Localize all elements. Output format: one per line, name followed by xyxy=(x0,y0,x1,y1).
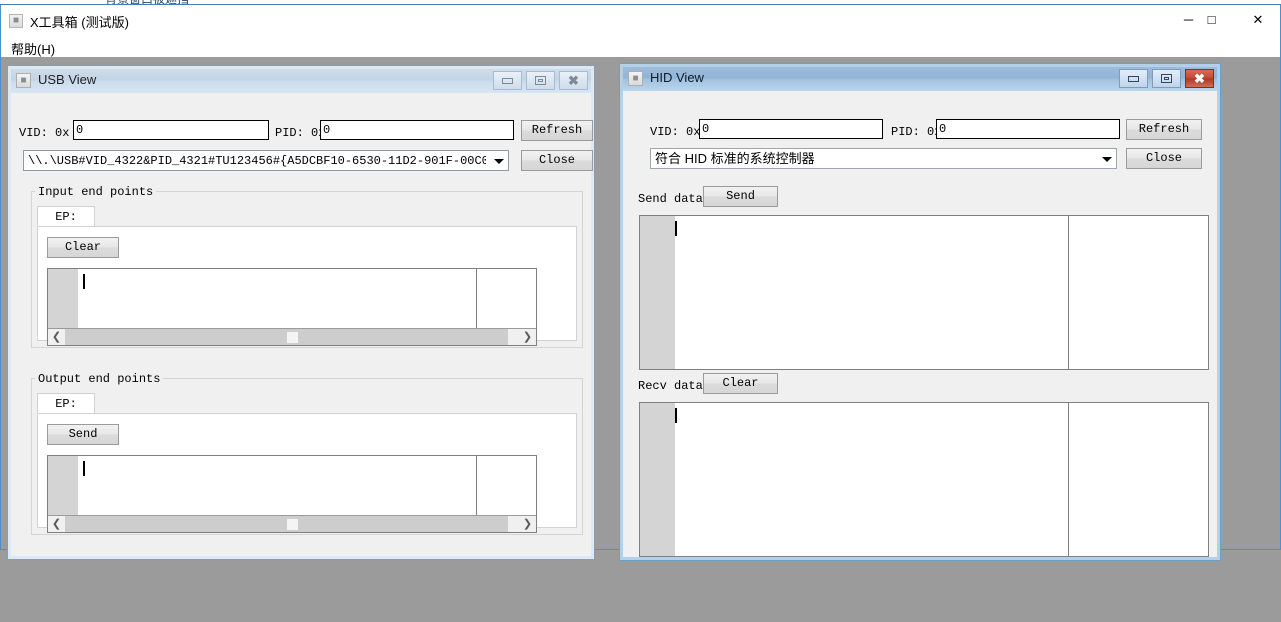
hid-view-close-button[interactable]: ✖ xyxy=(1185,69,1214,88)
close-icon: ✖ xyxy=(568,73,579,88)
hid-close-button[interactable]: Close xyxy=(1126,148,1202,169)
hid-pid-label: PID: 0x xyxy=(891,125,942,139)
hid-send-hex-editor[interactable] xyxy=(639,215,1209,370)
hid-refresh-button[interactable]: Refresh xyxy=(1126,119,1202,140)
output-send-button[interactable]: Send xyxy=(47,424,119,445)
minimize-icon xyxy=(1128,76,1139,82)
hid-recv-hex-caret xyxy=(675,408,677,423)
hid-vid-label: VID: 0x xyxy=(650,125,701,139)
usb-view-window[interactable]: ■ USB View ✖ VID: 0x PID: 0x Refresh xyxy=(7,65,595,560)
output-endpoints-tabctl: EP: 02 Send ❮ ❯ xyxy=(37,393,577,533)
chevron-down-icon xyxy=(1102,156,1112,162)
input-hex-hscroll[interactable]: ❮ ❯ xyxy=(48,328,536,345)
main-window: ■ X工具箱 (测试版) ─ □ ✕ 帮助(H) ■ USB View ✖ VI… xyxy=(0,5,1281,561)
hid-pid-input[interactable] xyxy=(936,119,1120,139)
hid-send-hex-divider xyxy=(1068,216,1069,369)
app-x-icon: ■ xyxy=(9,14,23,28)
output-hex-caret xyxy=(83,461,85,476)
tab-ep-02[interactable]: EP: 02 xyxy=(37,393,95,431)
output-hex-hscroll[interactable]: ❮ ❯ xyxy=(48,515,536,532)
usb-vid-input[interactable] xyxy=(73,120,269,140)
input-clear-button[interactable]: Clear xyxy=(47,237,119,258)
output-hscroll-thumb[interactable] xyxy=(287,519,298,530)
hid-vid-input[interactable] xyxy=(699,119,883,139)
mdi-client-area: ■ USB View ✖ VID: 0x PID: 0x Refresh xyxy=(1,57,1280,561)
input-endpoints-tabpage: Clear ❮ ❯ xyxy=(37,226,577,346)
hid-device-combo[interactable]: 符合 HID 标准的系统控制器 xyxy=(650,148,1117,169)
scroll-right-icon[interactable]: ❯ xyxy=(519,329,536,345)
input-hex-editor[interactable]: ❮ ❯ xyxy=(47,268,537,346)
menu-bar: 帮助(H) xyxy=(1,35,1280,57)
hid-send-hex-gutter xyxy=(640,216,675,369)
input-hscroll-track[interactable] xyxy=(65,329,508,345)
tab-ep-81[interactable]: EP: 81 xyxy=(37,206,95,244)
hid-view-body: VID: 0x PID: 0x Refresh 符合 HID 标准的系统控制器 … xyxy=(623,91,1217,557)
close-icon: ✖ xyxy=(1194,71,1205,86)
input-endpoints-tabctl: EP: 81 Clear ❮ ❯ xyxy=(37,206,577,346)
usb-view-titlebar[interactable]: ■ USB View ✖ xyxy=(11,69,591,93)
hid-send-hex-caret xyxy=(675,221,677,236)
hid-device-combo-value: 符合 HID 标准的系统控制器 xyxy=(655,151,815,166)
usb-device-combo-value: \\.\USB#VID_4322&PID_4321#TU123456#{A5DC… xyxy=(28,154,486,168)
hid-recv-hex-gutter xyxy=(640,403,675,556)
hid-recv-hex-divider xyxy=(1068,403,1069,556)
hid-view-titlebar[interactable]: ■ HID View ✖ xyxy=(623,67,1217,91)
usb-pid-input[interactable] xyxy=(320,120,514,140)
hid-view-minimize-button[interactable] xyxy=(1119,69,1148,88)
hid-send-data-label: Send data xyxy=(638,192,703,206)
main-maximize-button[interactable]: □ xyxy=(1189,5,1234,34)
input-endpoints-label: Input end points xyxy=(35,185,157,199)
window-x-icon: ■ xyxy=(16,73,31,88)
hid-view-window[interactable]: ■ HID View ✖ VID: 0x PID: 0x Refresh xyxy=(619,63,1221,561)
chevron-down-icon xyxy=(494,158,504,164)
output-hex-editor[interactable]: ❮ ❯ xyxy=(47,455,537,533)
usb-vid-label: VID: 0x xyxy=(19,126,70,140)
usb-view-body: VID: 0x PID: 0x Refresh \\.\USB#VID_4322… xyxy=(11,93,593,556)
output-endpoints-label: Output end points xyxy=(35,372,164,386)
usb-view-close-button[interactable]: ✖ xyxy=(559,71,588,90)
usb-view-title: USB View xyxy=(38,72,97,87)
output-endpoints-tabpage: Send ❮ ❯ xyxy=(37,413,577,533)
main-close-button[interactable]: ✕ xyxy=(1236,5,1280,34)
maximize-icon xyxy=(1161,74,1172,83)
output-hscroll-track[interactable] xyxy=(65,516,508,532)
maximize-icon xyxy=(535,76,546,85)
minimize-icon xyxy=(502,78,513,84)
hid-recv-data-label: Recv data xyxy=(638,379,703,393)
usb-view-maximize-button[interactable] xyxy=(526,71,555,90)
main-titlebar: ■ X工具箱 (测试版) ─ □ ✕ xyxy=(1,5,1280,35)
scroll-right-icon[interactable]: ❯ xyxy=(519,516,536,532)
page-title: X工具箱 (测试版) xyxy=(30,15,129,30)
hid-send-button[interactable]: Send xyxy=(703,186,778,207)
scroll-left-icon[interactable]: ❮ xyxy=(48,516,65,532)
usb-pid-label: PID: 0x xyxy=(275,126,326,140)
hid-view-title: HID View xyxy=(650,70,704,85)
window-x-icon: ■ xyxy=(628,71,643,86)
usb-close-button[interactable]: Close xyxy=(521,150,593,171)
usb-view-minimize-button[interactable] xyxy=(493,71,522,90)
hid-recv-clear-button[interactable]: Clear xyxy=(703,373,778,394)
usb-device-combo[interactable]: \\.\USB#VID_4322&PID_4321#TU123456#{A5DC… xyxy=(23,150,509,171)
hid-view-maximize-button[interactable] xyxy=(1152,69,1181,88)
input-hex-caret xyxy=(83,274,85,289)
scroll-left-icon[interactable]: ❮ xyxy=(48,329,65,345)
input-hscroll-thumb[interactable] xyxy=(287,332,298,343)
hid-recv-hex-editor[interactable] xyxy=(639,402,1209,557)
usb-refresh-button[interactable]: Refresh xyxy=(521,120,593,141)
